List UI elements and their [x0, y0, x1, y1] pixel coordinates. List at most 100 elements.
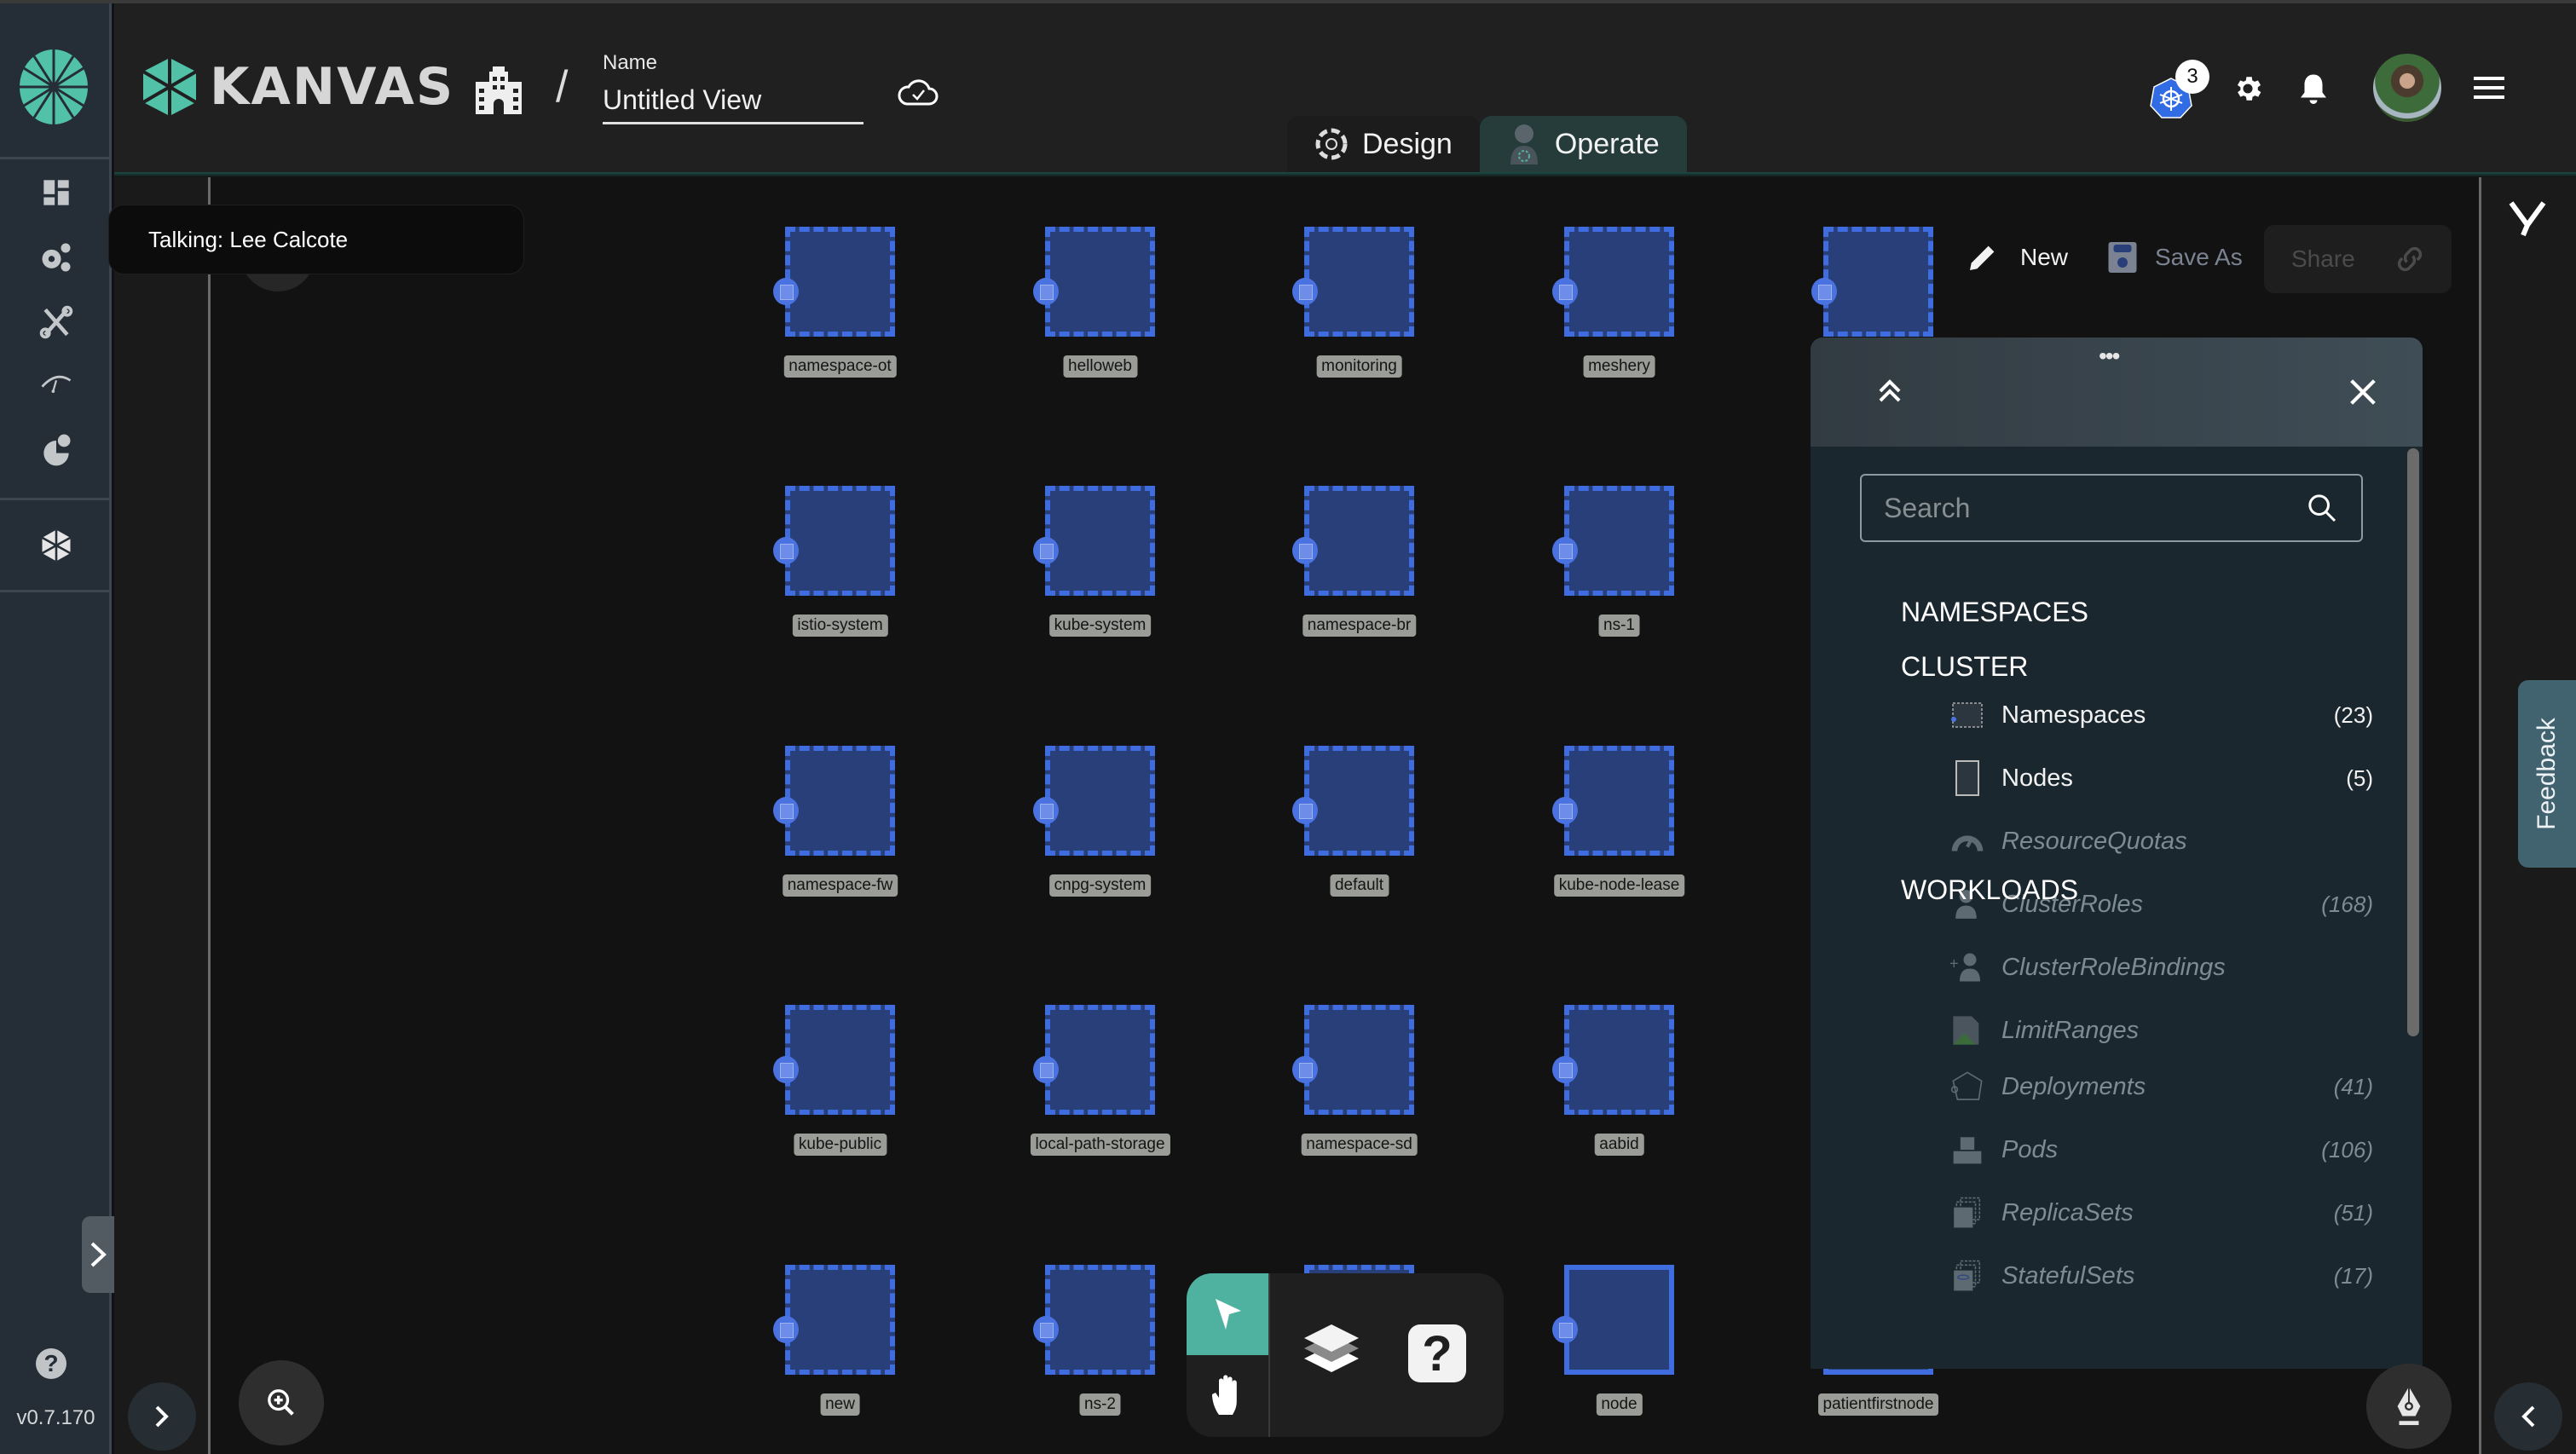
double-chevron-up-icon[interactable]	[1874, 375, 1906, 407]
namespace-node[interactable]: local-path-storage	[1030, 1005, 1170, 1156]
sidebar-item-performance[interactable]	[34, 361, 78, 406]
meshery-logo-icon[interactable]	[17, 48, 90, 126]
resource-item-resourcequotas[interactable]: ResourceQuotas	[1947, 820, 2288, 863]
search-field[interactable]	[1860, 474, 2363, 542]
zoom-in-button[interactable]	[239, 1360, 324, 1445]
node-label: default	[1329, 874, 1389, 897]
layers-icon[interactable]	[1297, 1321, 1366, 1393]
cloud-saved-icon[interactable]	[897, 72, 939, 109]
node-port-handle[interactable]	[1552, 797, 1578, 824]
avatar[interactable]	[2373, 54, 2441, 122]
namespace-node[interactable]: namespace-br	[1292, 486, 1417, 637]
namespace-node[interactable]: ns-2	[1033, 1265, 1155, 1416]
drag-handle-icon[interactable]: •••	[2099, 343, 2120, 370]
hamburger-menu-icon[interactable]	[2474, 77, 2504, 99]
node-port-handle[interactable]	[1292, 1056, 1318, 1083]
namespace-node[interactable]: kube-node-lease	[1552, 746, 1685, 897]
namespace-node[interactable]: monitoring	[1292, 227, 1414, 378]
namespace-node[interactable]: aabid	[1552, 1005, 1674, 1156]
sidebar-divider	[0, 498, 112, 500]
namespace-node[interactable]: ns-1	[1552, 486, 1674, 637]
resource-item-limitranges[interactable]: LimitRanges	[1947, 1009, 2288, 1052]
node-port-handle[interactable]	[1552, 1056, 1578, 1083]
organization-building-icon[interactable]	[474, 63, 523, 114]
tab-operate[interactable]: Operate	[1479, 116, 1687, 172]
kanvas-logo[interactable]: KANVAS	[142, 56, 454, 118]
resource-item-nodes[interactable]: Nodes	[1947, 757, 2288, 799]
sidebar-item-lifecycle[interactable]	[34, 235, 78, 280]
namespace-node[interactable]: cnpg-system	[1033, 746, 1155, 897]
resource-item-label: StatefulSets	[2001, 1261, 2135, 1290]
node-port-handle[interactable]	[1292, 797, 1318, 824]
node-port-handle[interactable]	[1033, 537, 1059, 564]
resource-item-pods[interactable]: Pods	[1947, 1128, 2288, 1171]
pan-tool-button[interactable]	[1187, 1355, 1268, 1437]
node-port-handle[interactable]	[1552, 1316, 1578, 1343]
search-input[interactable]	[1884, 492, 2305, 524]
section-heading-cluster[interactable]: CLUSTER	[1901, 651, 2028, 683]
namespace-node[interactable]: istio-system	[773, 486, 895, 637]
feedback-button[interactable]: Feedback	[2518, 680, 2576, 868]
sidebar-item-dashboard[interactable]	[34, 170, 78, 215]
node-port-handle[interactable]	[1033, 1056, 1059, 1083]
node-port-handle[interactable]	[1811, 278, 1837, 305]
share-button[interactable]: Share	[2264, 225, 2452, 293]
gear-icon[interactable]	[2232, 72, 2264, 106]
node-port-handle[interactable]	[773, 1316, 799, 1343]
namespace-node[interactable]: meshery	[1552, 227, 1674, 378]
panel-scrollbar[interactable]	[2407, 448, 2419, 1036]
namespace-node[interactable]: namespace-fw	[773, 746, 898, 897]
bell-icon[interactable]	[2298, 72, 2329, 106]
namespace-node[interactable]: node	[1552, 1265, 1674, 1416]
namespace-node[interactable]	[1811, 227, 1933, 337]
node-port-handle[interactable]	[773, 1056, 799, 1083]
node-port-handle[interactable]	[773, 278, 799, 305]
resource-item-deployments[interactable]: Deployments	[1947, 1065, 2288, 1108]
view-name-input[interactable]	[603, 78, 863, 124]
resource-item-statefulsets[interactable]: StatefulSets	[1947, 1255, 2288, 1297]
search-icon[interactable]	[2305, 491, 2339, 525]
namespace-node[interactable]: kube-public	[773, 1005, 895, 1156]
namespace-node[interactable]: namespace-sd	[1292, 1005, 1418, 1156]
meshmap-icon	[43, 434, 71, 466]
node-port-handle[interactable]	[1033, 797, 1059, 824]
namespace-node[interactable]: new	[773, 1265, 895, 1416]
save-as-button[interactable]: Save As	[2107, 240, 2243, 274]
resource-item-replicasets[interactable]: ReplicaSets	[1947, 1191, 2288, 1234]
namespace-node[interactable]: helloweb	[1033, 227, 1155, 378]
collapse-right-panel-button[interactable]	[2494, 1382, 2562, 1451]
sidebar-item-configuration[interactable]	[34, 300, 78, 344]
namespace-node[interactable]: default	[1292, 746, 1414, 897]
close-icon[interactable]	[2346, 375, 2380, 409]
node-port-handle[interactable]	[773, 797, 799, 824]
resource-item-clusterrolebindings[interactable]: + ClusterRoleBindings	[1947, 946, 2288, 989]
node-label: ns-2	[1079, 1393, 1121, 1416]
kanvas-logo-icon	[142, 58, 198, 116]
kubernetes-contexts-button[interactable]: 3	[2150, 60, 2215, 119]
panel-header[interactable]: •••	[1811, 338, 2423, 447]
node-label: local-path-storage	[1030, 1134, 1170, 1156]
node-port-handle[interactable]	[1292, 278, 1318, 305]
node-port-handle[interactable]	[773, 537, 799, 564]
node-port-handle[interactable]	[1033, 278, 1059, 305]
node-port-handle[interactable]	[1033, 1316, 1059, 1343]
pointer-tool-button[interactable]	[1187, 1273, 1268, 1355]
namespace-node[interactable]: namespace-ot	[773, 227, 897, 378]
tab-design[interactable]: Design	[1287, 116, 1480, 172]
sidebar-item-extensions[interactable]	[34, 428, 78, 472]
resource-item-namespaces[interactable]: Namespaces	[1947, 694, 2288, 736]
node-port-handle[interactable]	[1292, 537, 1318, 564]
section-heading-workloads[interactable]: WORKLOADS	[1901, 874, 2078, 906]
new-button[interactable]: New	[1966, 240, 2068, 274]
sidebar-item-kanvas[interactable]	[34, 523, 78, 568]
node-port-handle[interactable]	[1552, 537, 1578, 564]
namespace-node[interactable]: kube-system	[1033, 486, 1155, 637]
expand-drawer-button[interactable]	[128, 1382, 196, 1451]
layer5-logo-icon[interactable]	[2506, 196, 2549, 239]
sidebar-expand-button[interactable]	[82, 1216, 114, 1293]
pen-tool-button[interactable]	[2366, 1364, 2452, 1449]
help-icon[interactable]: ?	[36, 1348, 66, 1379]
section-heading-namespaces[interactable]: NAMESPACES	[1901, 597, 2088, 628]
node-port-handle[interactable]	[1552, 278, 1578, 305]
help-button[interactable]: ?	[1408, 1324, 1466, 1382]
